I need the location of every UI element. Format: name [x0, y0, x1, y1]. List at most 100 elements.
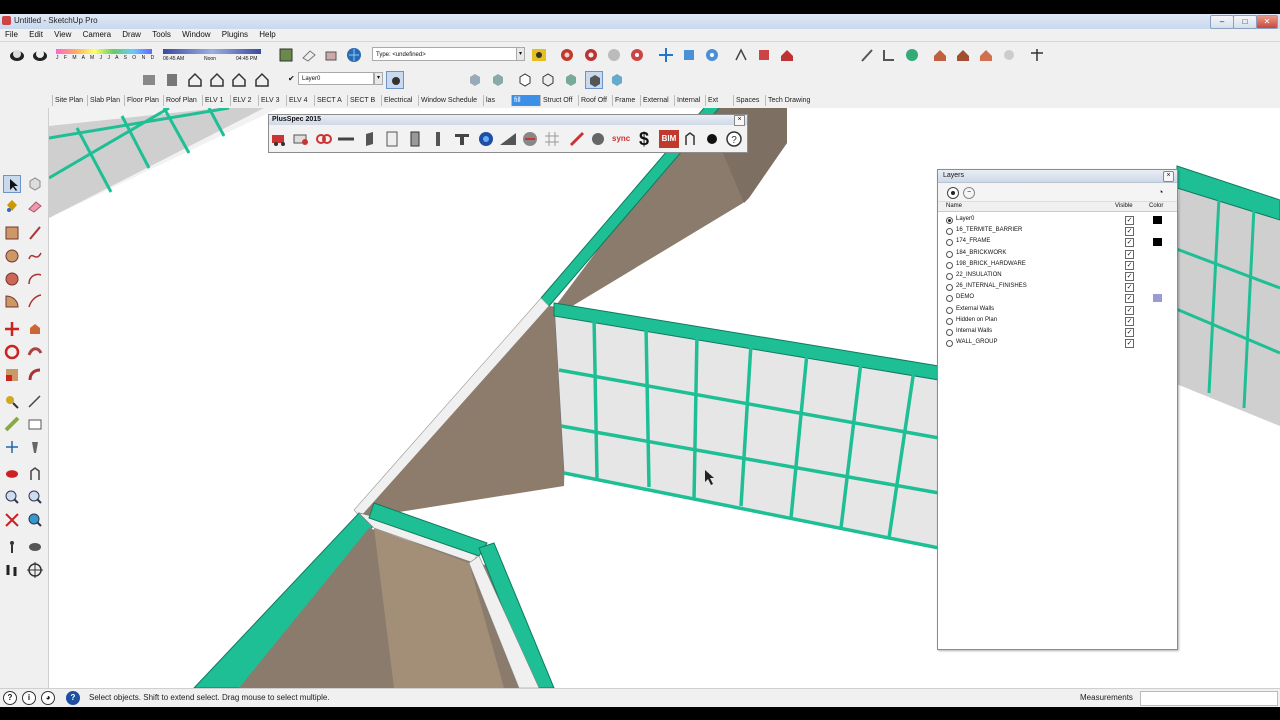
style-wireframe-icon[interactable] — [489, 71, 507, 89]
layer-row[interactable]: 16_TERMITE_BARRIER ✓ — [938, 225, 1177, 237]
add-layer-icon[interactable] — [947, 187, 959, 199]
scene-tab[interactable]: ELV 4 — [286, 95, 310, 106]
pan-tool-icon[interactable] — [26, 465, 44, 483]
look-around-icon[interactable] — [26, 538, 44, 556]
active-layer-radio-icon[interactable] — [946, 217, 953, 224]
ramp-icon[interactable] — [499, 130, 517, 148]
scale-tool-icon[interactable] — [3, 366, 21, 384]
dimension-tool-icon[interactable] — [26, 393, 44, 411]
zoom-window-icon[interactable] — [26, 488, 44, 506]
view-front-icon[interactable] — [208, 71, 226, 89]
home-view-icon[interactable] — [186, 71, 204, 89]
layers-close-button[interactable]: × — [1163, 171, 1174, 182]
layer-row[interactable]: 198_BRICK_HARDWARE ✓ — [938, 259, 1177, 270]
line-tool-icon[interactable] — [26, 224, 44, 242]
layer-color-swatch[interactable] — [1153, 294, 1162, 303]
layer-visible-checkbox[interactable]: ✓ — [1125, 271, 1134, 281]
layer-row[interactable]: WALL_GROUP ✓ — [938, 337, 1177, 349]
menu-edit[interactable]: Edit — [29, 29, 43, 41]
grid-icon[interactable] — [543, 130, 561, 148]
position-camera-icon[interactable] — [3, 538, 21, 556]
layer-row[interactable]: Internal Walls ✓ — [938, 326, 1177, 337]
layer-manager-icon[interactable] — [386, 71, 404, 89]
layer-row[interactable]: 184_BRICKWORK ✓ — [938, 248, 1177, 259]
hand-tool-icon[interactable] — [1000, 46, 1018, 64]
view-back-icon[interactable] — [253, 71, 271, 89]
black-dot-icon[interactable] — [703, 130, 721, 148]
pie-tool-icon[interactable] — [3, 292, 21, 310]
shadows-toggle-icon[interactable] — [8, 46, 26, 64]
arc-tool-icon[interactable] — [26, 270, 44, 288]
walk-tool-icon[interactable] — [3, 561, 21, 579]
view-right-icon[interactable] — [230, 71, 248, 89]
layer-visible-checkbox[interactable]: ✓ — [1125, 238, 1134, 248]
plusspec-logo-icon[interactable] — [530, 46, 548, 64]
user-icon[interactable]: ◕ — [41, 691, 55, 705]
paint-bucket-icon[interactable] — [3, 197, 21, 215]
protractor-icon[interactable] — [3, 415, 21, 433]
layer-visible-checkbox[interactable]: ✓ — [1125, 216, 1134, 225]
camera-orbit-icon[interactable] — [140, 71, 158, 89]
layers-details-icon[interactable]: ◔ — [1158, 187, 1168, 197]
polygon-tool-icon[interactable] — [3, 270, 21, 288]
fog-toggle-icon[interactable] — [31, 46, 49, 64]
scene-tab[interactable]: ELV 3 — [258, 95, 282, 106]
layer-radio-icon[interactable] — [946, 340, 953, 348]
scene-tab[interactable]: Roof Plan — [163, 95, 199, 106]
scene-tab[interactable]: SECT A — [314, 95, 344, 106]
layer-color-swatch[interactable] — [1153, 216, 1162, 224]
door-icon[interactable] — [406, 130, 424, 148]
scene-tab[interactable]: ELV 2 — [230, 95, 254, 106]
menu-view[interactable]: View — [54, 29, 71, 41]
move-cross-icon[interactable] — [657, 46, 675, 64]
eraser-tool-icon[interactable] — [26, 197, 44, 215]
layer-radio-icon[interactable] — [946, 272, 953, 280]
layer-visible-checkbox[interactable]: ✓ — [1125, 249, 1134, 259]
circle-tool-icon[interactable] — [3, 247, 21, 265]
minimize-button[interactable]: – — [1210, 15, 1234, 29]
column-name[interactable]: Name — [946, 202, 962, 211]
material-mixed-icon[interactable] — [628, 46, 646, 64]
layer-radio-icon[interactable] — [946, 295, 953, 303]
paint-icon[interactable] — [322, 46, 340, 64]
maximize-button[interactable]: □ — [1233, 15, 1257, 29]
globe-blue-icon[interactable] — [477, 130, 495, 148]
scene-tab[interactable]: SECT B — [347, 95, 377, 106]
dollar-button[interactable]: $ — [639, 129, 649, 149]
style-monochrome-icon[interactable] — [585, 71, 603, 89]
axes-tool-icon[interactable] — [3, 438, 21, 456]
frame-tool-icon[interactable] — [755, 46, 773, 64]
menu-camera[interactable]: Camera — [83, 29, 111, 41]
scene-tab[interactable]: Slab Plan — [87, 95, 122, 106]
layer-color-swatch[interactable] — [1153, 238, 1162, 247]
make-component-icon[interactable] — [26, 175, 44, 193]
layer-row[interactable]: 22_INSULATION ✓ — [938, 270, 1177, 281]
layer-radio-icon[interactable] — [946, 228, 953, 236]
layer-visible-checkbox[interactable]: ✓ — [1125, 327, 1134, 337]
push-pull-icon[interactable] — [26, 320, 44, 338]
material-red2-icon[interactable] — [582, 46, 600, 64]
scene-tab[interactable]: External — [640, 95, 671, 106]
layer-radio-icon[interactable] — [946, 306, 953, 314]
gear-blue-icon[interactable] — [703, 46, 721, 64]
rotate-tool-icon[interactable] — [3, 343, 21, 361]
zoom-tool-icon[interactable] — [3, 488, 21, 506]
link-icon[interactable] — [315, 130, 333, 148]
3d-text-icon[interactable] — [26, 438, 44, 456]
style-shaded-icon[interactable] — [539, 71, 557, 89]
truck-icon[interactable] — [271, 130, 289, 148]
delete-layer-icon[interactable]: − — [963, 187, 975, 199]
column-icon[interactable] — [429, 130, 447, 148]
style-textured-icon[interactable] — [562, 71, 580, 89]
previous-view-icon[interactable] — [26, 511, 44, 529]
layer-visible-checkbox[interactable]: ✓ — [1125, 305, 1134, 315]
tape-measure-icon[interactable] — [3, 393, 21, 411]
scene-tab[interactable]: ELV 1 — [202, 95, 226, 106]
panel-icon[interactable] — [383, 130, 401, 148]
scales-icon[interactable] — [1028, 46, 1046, 64]
column-color[interactable]: Color — [1149, 202, 1163, 211]
pencil-icon[interactable] — [858, 46, 876, 64]
component-icon[interactable] — [277, 46, 295, 64]
dimension-icon[interactable] — [880, 46, 898, 64]
style-hidden-icon[interactable] — [516, 71, 534, 89]
